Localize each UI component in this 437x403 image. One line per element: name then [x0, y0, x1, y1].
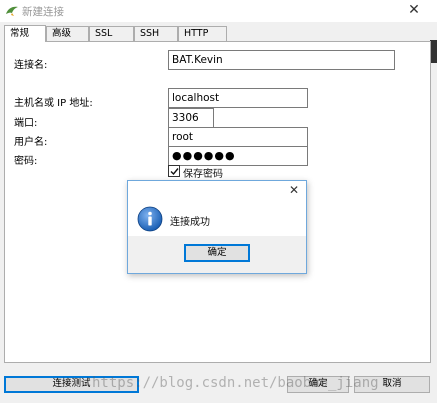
title-bar: 新建连接 ✕ — [0, 0, 437, 22]
save-password-checkbox[interactable] — [168, 165, 180, 177]
dialog-close-button[interactable]: ✕ — [285, 182, 303, 198]
username-label: 用户名: — [14, 137, 48, 148]
password-field[interactable]: ●●●●●● — [168, 146, 308, 166]
connection-name-field[interactable]: BAT.Kevin — [168, 50, 395, 70]
dialog-ok-button[interactable]: 确定 — [184, 244, 250, 262]
tab-general[interactable]: 常规 — [4, 25, 46, 42]
password-label: 密码: — [14, 156, 38, 167]
username-field[interactable]: root — [168, 127, 308, 147]
message-dialog: ✕ 连接成功 确定 — [127, 180, 307, 274]
ok-button[interactable]: 确定 — [287, 376, 349, 393]
dolphin-icon — [5, 4, 19, 21]
window-title: 新建连接 — [22, 6, 64, 18]
host-field[interactable]: localhost — [168, 88, 308, 108]
dialog-message: 连接成功 — [170, 217, 210, 228]
connection-name-label: 连接名: — [14, 60, 48, 71]
window-close-button[interactable]: ✕ — [404, 1, 424, 19]
tab-ssl[interactable]: SSL — [89, 26, 134, 41]
tab-http[interactable]: HTTP — [178, 26, 227, 41]
test-connection-button[interactable]: 连接测试 — [4, 376, 139, 393]
host-label: 主机名或 IP 地址: — [14, 98, 93, 109]
cancel-button[interactable]: 取消 — [354, 376, 430, 393]
close-icon: ✕ — [288, 183, 300, 197]
info-icon — [137, 206, 163, 235]
close-icon: ✕ — [408, 2, 420, 18]
tab-ssh[interactable]: SSH — [134, 26, 178, 41]
window-edge-shadow — [430, 40, 437, 63]
checkmark-icon — [170, 168, 179, 176]
port-label: 端口: — [14, 118, 38, 129]
dialog-footer: 确定 — [128, 236, 306, 273]
tab-advanced[interactable]: 高级 — [46, 26, 89, 41]
save-password-label[interactable]: 保存密码 — [183, 165, 223, 180]
port-field[interactable]: 3306 — [168, 108, 214, 128]
